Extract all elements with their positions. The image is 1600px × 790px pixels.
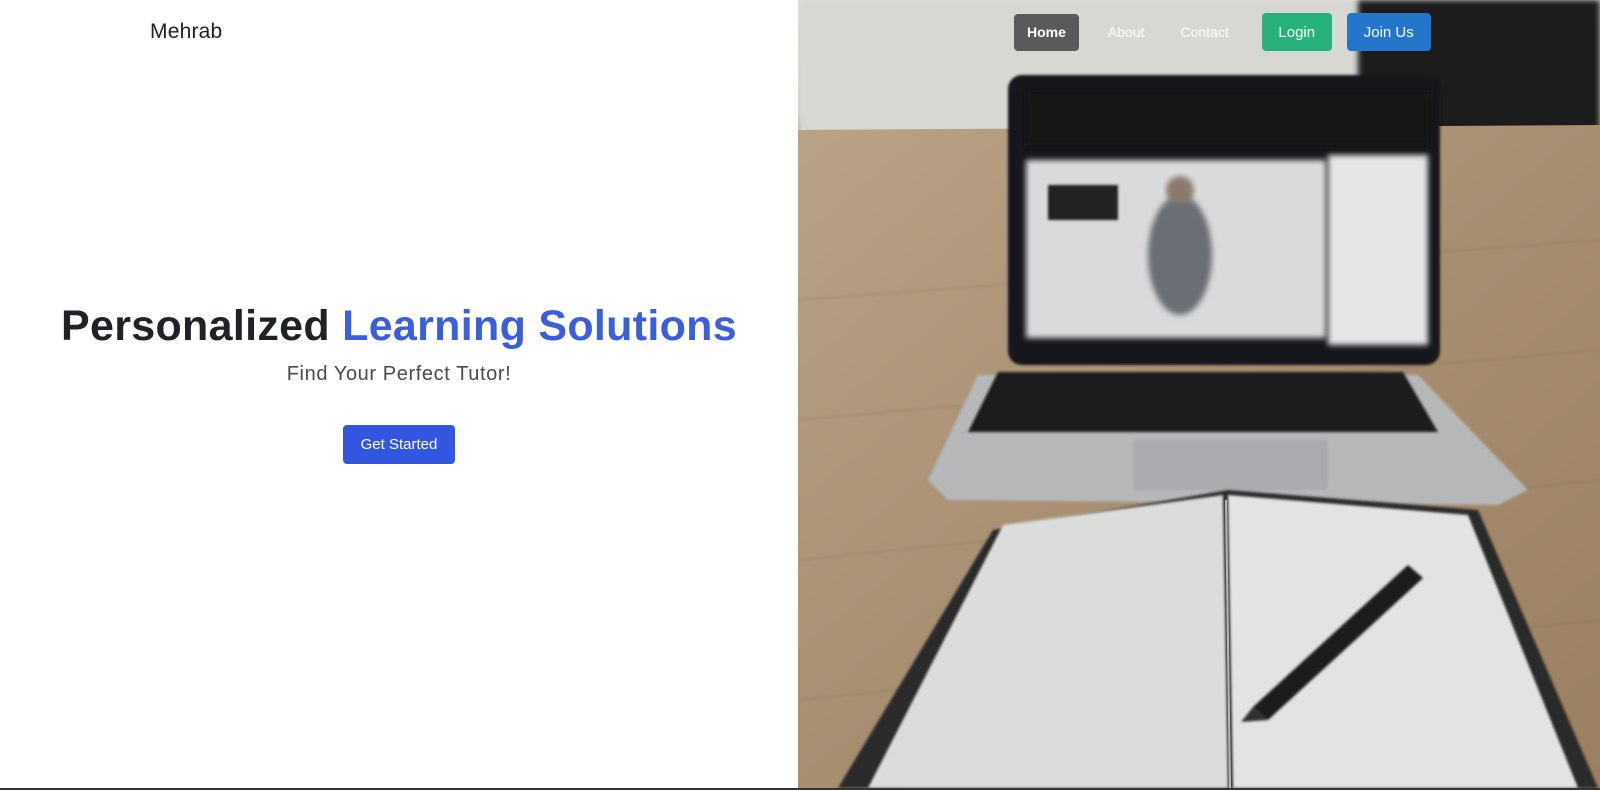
hero-title-main: Personalized — [61, 302, 330, 350]
get-started-button[interactable]: Get Started — [343, 425, 455, 464]
nav-about[interactable]: About — [1095, 14, 1158, 51]
hero-title: Personalized Learning Solutions — [0, 302, 798, 351]
hero-title-accent: Learning Solutions — [342, 302, 737, 350]
hero-photo — [798, 0, 1600, 788]
hero-pane: Mehrab Personalized Learning Solutions F… — [0, 0, 798, 788]
laptop-notebook-photo — [798, 0, 1600, 788]
nav-contact[interactable]: Contact — [1168, 14, 1242, 51]
page: Mehrab Personalized Learning Solutions F… — [0, 0, 1600, 790]
join-us-button[interactable]: Join Us — [1346, 13, 1431, 51]
hero-subtitle: Find Your Perfect Tutor! — [286, 363, 512, 385]
nav-home[interactable]: Home — [1014, 13, 1079, 51]
hero-section: Personalized Learning Solutions Find You… — [0, 302, 798, 386]
main-nav: Home About Contact Login Join Us — [1014, 13, 1431, 51]
brand-logo[interactable]: Mehrab — [150, 20, 222, 44]
login-button[interactable]: Login — [1261, 13, 1332, 51]
